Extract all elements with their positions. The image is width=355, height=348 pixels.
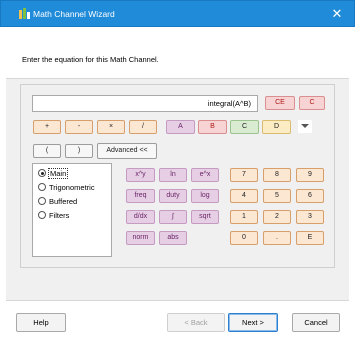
key-5-button[interactable]: 5 [263,189,291,203]
category-label: Trigonometric [49,183,95,192]
func-derivative-button[interactable]: d/dx [126,210,155,224]
func-duty-button[interactable]: duty [159,189,187,203]
minus-button[interactable]: - [65,120,93,134]
wizard-header: Enter the equation for this Math Channel… [6,27,349,78]
key-4-button[interactable]: 4 [230,189,258,203]
key-3-button[interactable]: 3 [296,210,324,224]
open-paren-button[interactable]: ( [33,144,61,158]
radio-main[interactable] [38,169,46,177]
ce-button[interactable]: CE [265,96,295,110]
category-label: Main [47,168,69,179]
category-filters[interactable]: Filters [38,210,69,222]
func-ln-button[interactable]: ln [159,168,187,182]
key-0-button[interactable]: 0 [230,231,258,245]
help-button[interactable]: Help [16,313,66,332]
category-trigonometric[interactable]: Trigonometric [38,182,95,194]
function-category-list: Main Trigonometric Buffered Filters [32,163,112,257]
title-bar: Math Channel Wizard ✕ [0,0,355,27]
category-main[interactable]: Main [38,168,69,180]
key-decimal-button[interactable]: . [263,231,291,245]
func-exp-button[interactable]: e^x [191,168,219,182]
key-2-button[interactable]: 2 [263,210,291,224]
close-icon[interactable]: ✕ [328,5,346,23]
window-title: Math Channel Wizard [33,9,115,19]
chevron-down-icon[interactable] [298,120,312,133]
func-power-button[interactable]: x^y [126,168,155,182]
func-integral-button[interactable]: ∫ [159,210,187,224]
key-1-button[interactable]: 1 [230,210,258,224]
back-button[interactable]: < Back [167,313,225,332]
key-6-button[interactable]: 6 [296,189,324,203]
func-norm-button[interactable]: norm [126,231,155,245]
key-7-button[interactable]: 7 [230,168,258,182]
category-label: Buffered [49,197,78,206]
channel-c-button[interactable]: C [230,120,259,134]
category-buffered[interactable]: Buffered [38,196,77,208]
key-9-button[interactable]: 9 [296,168,324,182]
equation-input[interactable]: integral(A^B) [32,95,258,112]
close-paren-button[interactable]: ) [65,144,93,158]
next-button[interactable]: Next > [228,313,278,332]
func-sqrt-button[interactable]: sqrt [191,210,219,224]
func-freq-button[interactable]: freq [126,189,155,203]
func-log-button[interactable]: log [191,189,219,203]
radio-filters[interactable] [38,211,46,219]
advanced-button[interactable]: Advanced << [97,143,157,159]
math-channel-wizard-window: Math Channel Wizard ✕ Enter the equation… [0,0,355,348]
instruction-text: Enter the equation for this Math Channel… [22,55,159,64]
channel-a-button[interactable]: A [166,120,195,134]
radio-trigonometric[interactable] [38,183,46,191]
func-abs-button[interactable]: abs [159,231,187,245]
key-8-button[interactable]: 8 [263,168,291,182]
c-button[interactable]: C [299,96,325,110]
multiply-button[interactable]: × [97,120,125,134]
wizard-icon [19,8,30,19]
plus-button[interactable]: + [33,120,61,134]
key-exponent-button[interactable]: E [296,231,324,245]
radio-buffered[interactable] [38,197,46,205]
cancel-button[interactable]: Cancel [292,313,340,332]
divide-button[interactable]: / [129,120,157,134]
channel-d-button[interactable]: D [262,120,291,134]
category-label: Filters [49,211,70,220]
channel-b-button[interactable]: B [198,120,227,134]
